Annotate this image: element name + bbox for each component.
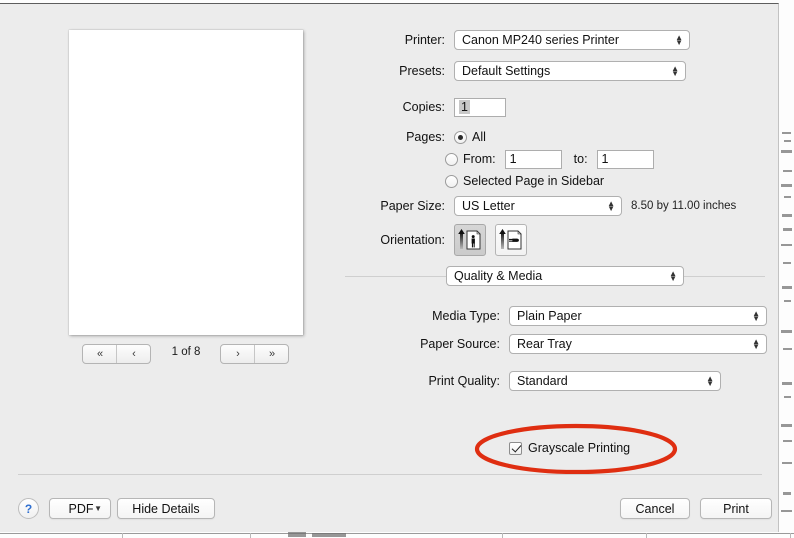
copies-value: 1	[459, 100, 470, 114]
chevron-updown-icon: ▲ ▼	[675, 33, 683, 47]
chevron-updown-icon: ▲ ▼	[752, 337, 760, 351]
landscape-orientation-button[interactable]	[495, 224, 527, 256]
help-button[interactable]: ?	[18, 498, 39, 519]
pages-all-option[interactable]: All	[454, 130, 486, 144]
print-pane-select[interactable]: Quality & Media ▲ ▼	[446, 266, 684, 286]
pages-from-label: From:	[463, 152, 496, 166]
media-type-value: Plain Paper	[517, 309, 582, 323]
portrait-orientation-button[interactable]	[454, 224, 486, 256]
printer-select[interactable]: Canon MP240 series Printer ▲ ▼	[454, 30, 690, 50]
presets-label: Presets:	[399, 64, 445, 78]
copies-label: Copies:	[402, 100, 445, 114]
cancel-button[interactable]: Cancel	[620, 498, 690, 519]
pages-selected-option[interactable]: Selected Page in Sidebar	[445, 174, 604, 188]
paper-size-row: Paper Size: US Letter ▲ ▼ 8.50 by 11.00 i…	[340, 195, 760, 217]
landscape-page-icon	[499, 229, 522, 250]
pages-all-label: All	[472, 130, 486, 144]
print-button[interactable]: Print	[700, 498, 772, 519]
orientation-label: Orientation:	[380, 233, 445, 247]
pages-from-option[interactable]: From:	[445, 152, 496, 166]
pages-to-label: to:	[573, 152, 588, 166]
print-dialog-sheet: « ‹ 1 of 8 › » Printer: Canon MP240 seri…	[0, 3, 779, 532]
paper-size-value: US Letter	[462, 199, 515, 213]
paper-size-select[interactable]: US Letter ▲ ▼	[454, 196, 622, 216]
pages-range-row: From: 1 to: 1	[445, 148, 745, 170]
media-type-row: Media Type: Plain Paper ▲ ▼	[340, 305, 770, 327]
portrait-page-icon	[458, 229, 481, 250]
print-quality-select[interactable]: Standard ▲ ▼	[509, 371, 721, 391]
media-type-label: Media Type:	[432, 309, 500, 323]
next-page-button[interactable]: ›	[221, 345, 254, 363]
pdf-button-label: PDF	[68, 501, 94, 516]
pages-from-value: 1	[509, 152, 517, 166]
footer-separator	[18, 474, 762, 475]
paper-source-label: Paper Source:	[420, 337, 500, 351]
copies-row: Copies: 1	[340, 96, 590, 118]
grayscale-printing-label: Grayscale Printing	[528, 441, 631, 455]
pages-to-input[interactable]: 1	[596, 149, 654, 169]
pages-from-input[interactable]: 1	[504, 149, 562, 169]
print-quality-label: Print Quality:	[428, 374, 500, 388]
printer-row: Printer: Canon MP240 series Printer ▲ ▼	[340, 29, 690, 51]
chevron-down-icon: ▼	[94, 504, 102, 513]
print-quality-row: Print Quality: Standard ▲ ▼	[340, 370, 740, 392]
print-quality-value: Standard	[517, 374, 568, 388]
chevron-updown-icon: ▲ ▼	[752, 309, 760, 323]
printer-value: Canon MP240 series Printer	[462, 33, 620, 47]
paper-dimensions-label: 8.50 by 11.00 inches	[631, 200, 737, 212]
copies-input[interactable]: 1	[454, 97, 506, 117]
paper-source-row: Paper Source: Rear Tray ▲ ▼	[340, 333, 770, 355]
chevron-updown-icon: ▲ ▼	[671, 64, 679, 78]
last-page-button[interactable]: »	[254, 345, 288, 363]
presets-value: Default Settings	[462, 64, 551, 78]
presets-row: Presets: Default Settings ▲ ▼	[340, 60, 690, 82]
paper-source-select[interactable]: Rear Tray ▲ ▼	[509, 334, 767, 354]
pages-selected-row: Selected Page in Sidebar	[445, 172, 745, 190]
radio-all-icon[interactable]	[454, 130, 467, 144]
grayscale-printing-checkbox[interactable]	[509, 441, 522, 455]
radio-selected-page-icon[interactable]	[445, 174, 458, 188]
printer-label: Printer:	[404, 33, 445, 47]
radio-from-icon[interactable]	[445, 152, 458, 166]
chevron-updown-icon: ▲ ▼	[669, 269, 677, 283]
print-pane-value: Quality & Media	[454, 269, 543, 283]
presets-select[interactable]: Default Settings ▲ ▼	[454, 61, 686, 81]
pages-label: Pages:	[406, 130, 445, 144]
pages-row: Pages: All	[340, 128, 590, 146]
chevron-updown-icon: ▲ ▼	[706, 374, 714, 388]
pages-to-value: 1	[601, 152, 609, 166]
paper-size-label: Paper Size:	[380, 199, 445, 213]
orientation-row: Orientation:	[340, 223, 640, 257]
grayscale-printing-row[interactable]: Grayscale Printing	[509, 439, 630, 457]
pdf-button[interactable]: PDF ▼	[49, 498, 111, 519]
paper-source-value: Rear Tray	[517, 337, 572, 351]
print-preview-page	[69, 30, 303, 335]
hide-details-button[interactable]: Hide Details	[117, 498, 215, 519]
media-type-select[interactable]: Plain Paper ▲ ▼	[509, 306, 767, 326]
chevron-updown-icon: ▲ ▼	[607, 199, 615, 213]
preview-nav-forward-group[interactable]: › »	[220, 344, 289, 364]
preview-pager: « ‹ 1 of 8 › »	[69, 344, 303, 364]
pages-selected-label: Selected Page in Sidebar	[463, 174, 605, 188]
